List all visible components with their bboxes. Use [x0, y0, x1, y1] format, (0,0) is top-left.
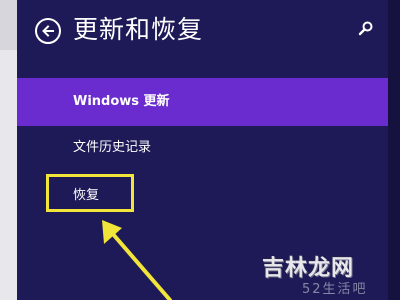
nav-item-recovery[interactable]: 恢复 [17, 172, 388, 220]
back-arrow-icon [42, 25, 54, 37]
background-right-edge [388, 0, 400, 300]
settings-panel: 更新和恢复 Windows 更新 文件历史记录 恢复 [17, 0, 388, 300]
nav-item-label: 恢复 [73, 188, 100, 203]
background-stripe [0, 0, 17, 50]
search-button[interactable] [358, 20, 374, 36]
back-button[interactable] [35, 18, 61, 44]
nav-item-label: Windows 更新 [73, 94, 170, 109]
page-title: 更新和恢复 [73, 15, 204, 44]
nav-item-label: 文件历史记录 [73, 140, 152, 155]
background-window-edge [0, 0, 17, 300]
nav-item-file-history[interactable]: 文件历史记录 [17, 124, 388, 172]
search-icon [358, 21, 373, 36]
panel-header: 更新和恢复 [17, 0, 388, 62]
nav-item-windows-update[interactable]: Windows 更新 [17, 78, 388, 126]
